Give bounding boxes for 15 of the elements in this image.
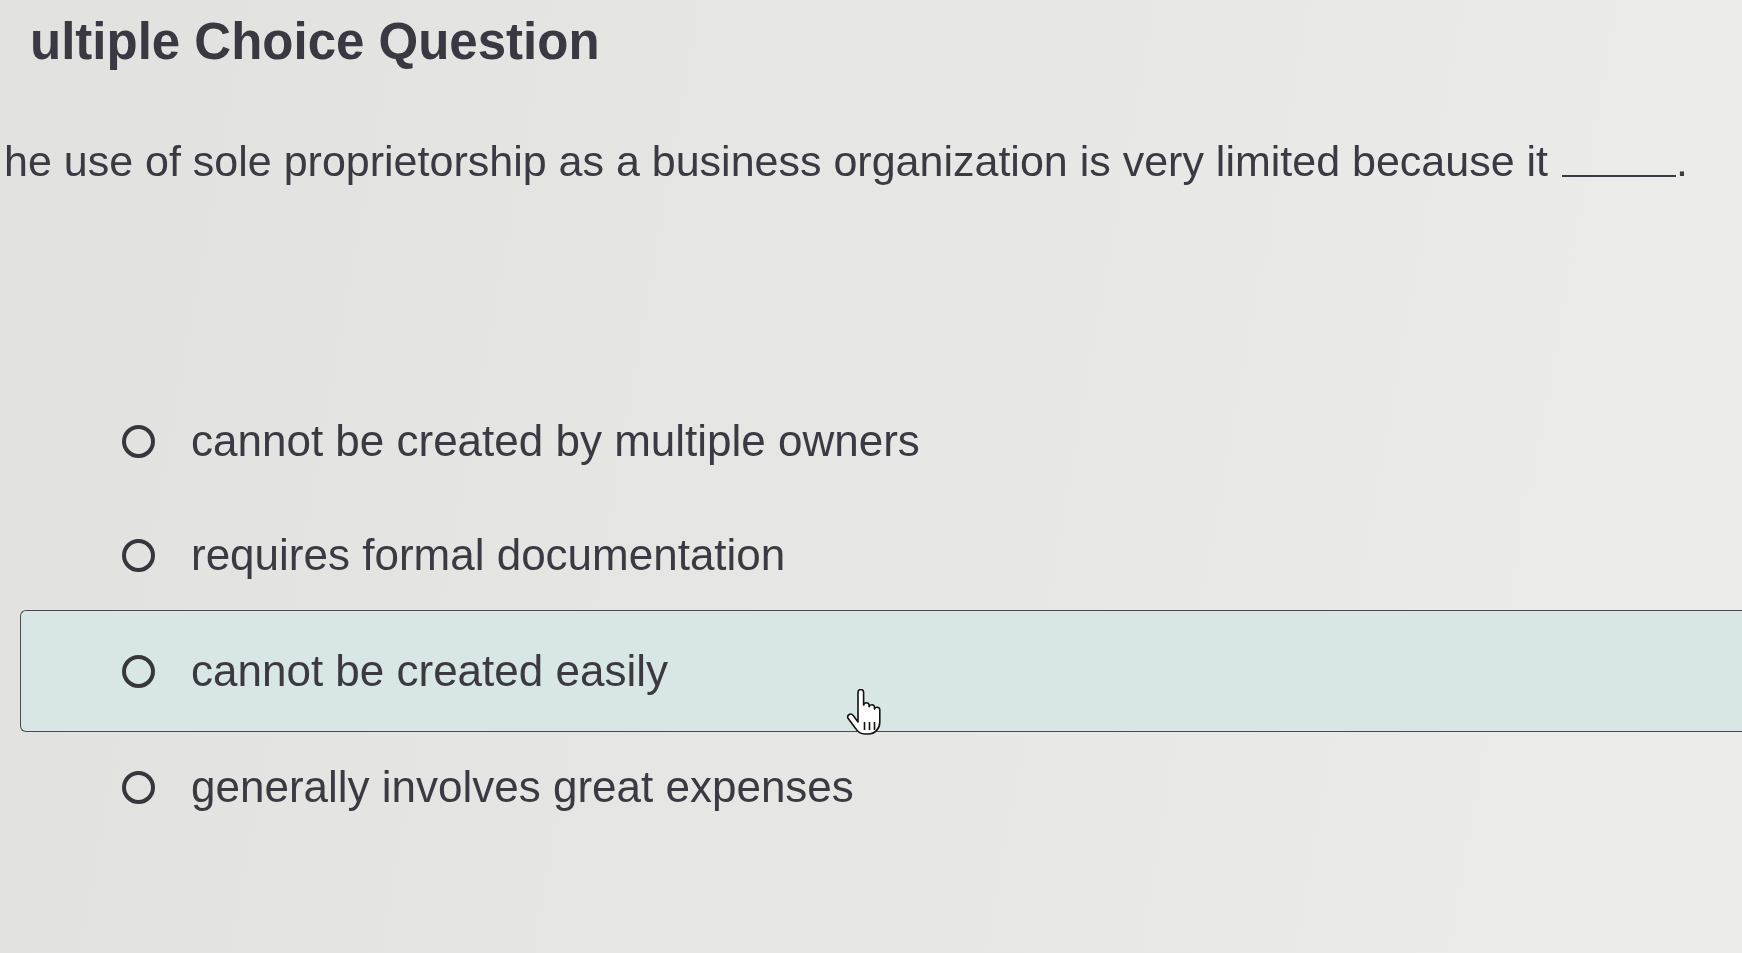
- answer-option[interactable]: requires formal documentation: [20, 500, 1742, 610]
- option-label: requires formal documentation: [191, 529, 786, 581]
- option-label: cannot be created easily: [191, 645, 668, 697]
- radio-button[interactable]: [122, 538, 155, 572]
- radio-button[interactable]: [122, 770, 155, 804]
- question-text: he use of sole proprietorship as a business organization is very limited because it: [4, 136, 1549, 186]
- option-label: cannot be created by multiple owners: [191, 415, 920, 467]
- highlighted-answer-option[interactable]: cannot be created easily: [20, 610, 1742, 732]
- answer-option[interactable]: cannot be created by multiple owners: [20, 386, 1742, 496]
- radio-button[interactable]: [122, 424, 155, 458]
- option-label: generally involves great expenses: [191, 761, 854, 813]
- answer-option[interactable]: generally involves great expenses: [20, 732, 1742, 842]
- question-heading: ultiple Choice Question: [29, 12, 600, 72]
- question-end-text: .: [1676, 136, 1688, 186]
- radio-button[interactable]: [122, 654, 155, 688]
